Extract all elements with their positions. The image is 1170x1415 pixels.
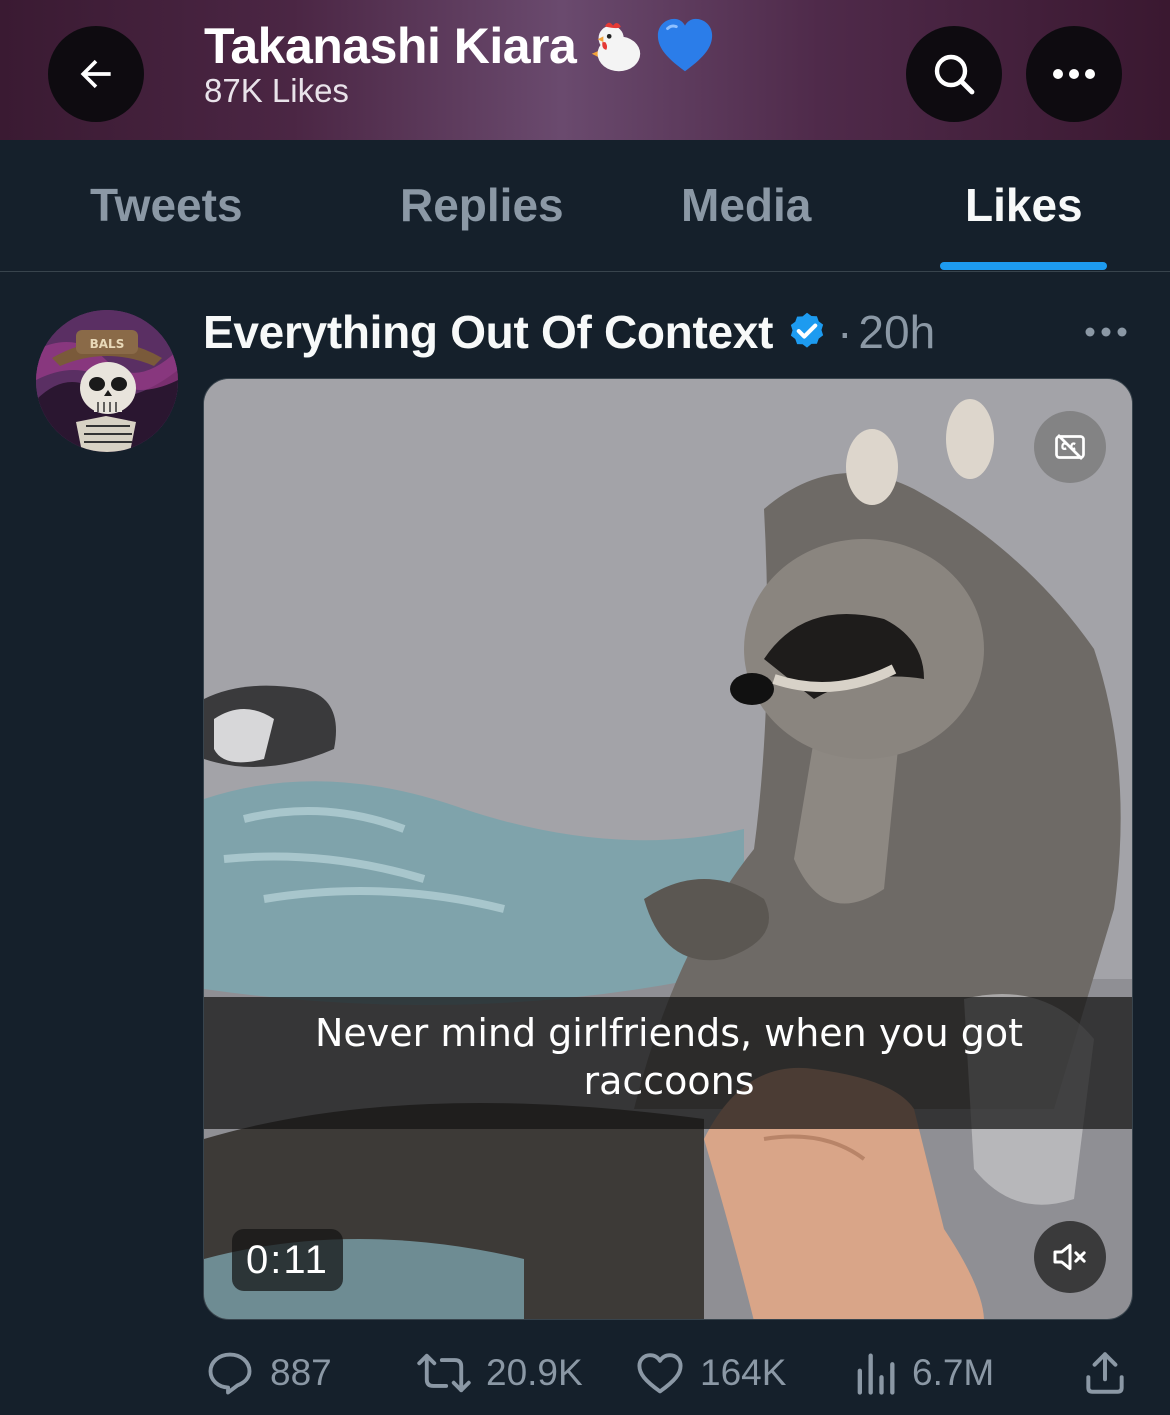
author-avatar[interactable]: BALS — [36, 310, 178, 452]
tweet-timestamp[interactable]: 20h — [858, 305, 935, 359]
header-separator: · — [837, 306, 853, 358]
chicken-emoji-icon — [592, 22, 641, 72]
views-count: 6.7M — [912, 1352, 995, 1393]
reply-count: 887 — [270, 1352, 332, 1393]
closed-captions-off-button[interactable] — [1034, 411, 1106, 483]
video-caption: Never mind girlfriends, when you got rac… — [314, 1011, 1024, 1103]
tweet-video[interactable]: Never mind girlfriends, when you got rac… — [203, 378, 1133, 1320]
unmute-button[interactable] — [1034, 1221, 1106, 1293]
speaker-muted-icon — [1053, 1243, 1086, 1271]
tab-tweets[interactable]: Tweets — [90, 178, 243, 232]
verified-badge-icon — [785, 310, 829, 354]
like-button[interactable]: 164K — [634, 1340, 786, 1406]
heart-icon — [637, 1353, 683, 1394]
blue-heart-emoji-icon — [658, 18, 713, 72]
profile-likes-screen: Takanashi Kiara 87K Likes Tweets Replies… — [0, 0, 1170, 1415]
back-button[interactable] — [48, 26, 144, 122]
views-button[interactable]: 6.7M — [852, 1340, 994, 1406]
reply-icon — [208, 1352, 252, 1395]
profile-header: Takanashi Kiara 87K Likes — [0, 0, 1170, 140]
captions-off-icon — [1055, 434, 1085, 460]
tweet-header: Everything Out Of Context · 20h — [203, 302, 935, 362]
tweet-more-button[interactable] — [1084, 318, 1128, 351]
tab-replies[interactable]: Replies — [400, 178, 564, 232]
tweet-actions: 887 20.9K 164K 6.7M — [0, 1340, 1170, 1410]
profile-tabs: Tweets Replies Media Likes — [0, 140, 1170, 272]
video-duration: 0:11 — [232, 1229, 343, 1291]
share-upload-icon — [1086, 1352, 1124, 1394]
skull-avatar-image: BALS — [36, 310, 178, 452]
svg-text:BALS: BALS — [90, 337, 125, 351]
share-button[interactable] — [1080, 1340, 1130, 1406]
retweet-button[interactable]: 20.9K — [416, 1340, 583, 1406]
more-options-button[interactable] — [1026, 26, 1122, 122]
profile-name: Takanashi Kiara — [204, 18, 577, 74]
profile-likes-count: 87K Likes — [204, 72, 349, 109]
tab-likes[interactable]: Likes — [965, 178, 1083, 232]
arrow-left-icon — [80, 59, 111, 89]
active-tab-indicator — [940, 262, 1107, 270]
retweet-icon — [417, 1353, 471, 1393]
tab-media[interactable]: Media — [681, 178, 811, 232]
search-icon — [934, 54, 975, 95]
more-horizontal-icon — [1085, 327, 1127, 337]
profile-title: Takanashi Kiara — [204, 16, 716, 76]
tweet-author-name[interactable]: Everything Out Of Context — [203, 305, 773, 359]
more-horizontal-icon — [1053, 69, 1095, 79]
views-chart-icon — [857, 1353, 895, 1395]
search-button[interactable] — [906, 26, 1002, 122]
retweet-count: 20.9K — [486, 1352, 583, 1393]
reply-button[interactable]: 887 — [204, 1340, 332, 1406]
like-count: 164K — [700, 1352, 787, 1393]
raccoon-video-frame — [204, 379, 1132, 1319]
